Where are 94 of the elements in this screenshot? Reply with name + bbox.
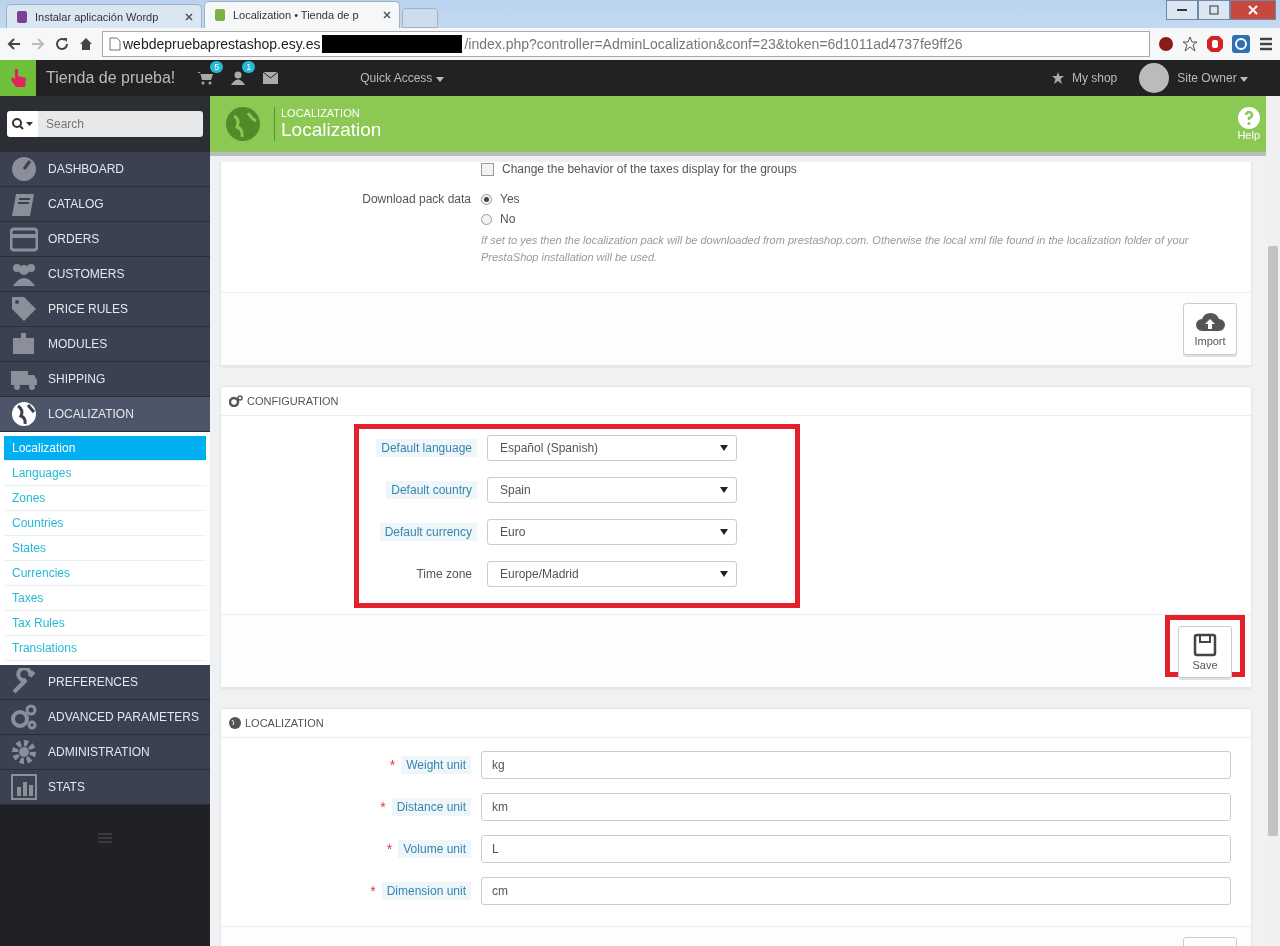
sidebar-item[interactable]: PRICE RULES (0, 292, 210, 327)
browser-tab[interactable]: Instalar aplicación Wordp (6, 4, 202, 28)
sidebar-item[interactable]: CATALOG (0, 187, 210, 222)
required-mark: * (386, 841, 393, 858)
caret-icon (720, 445, 728, 452)
browser-tab[interactable]: Localization • Tienda de p (204, 1, 400, 28)
checkbox-option[interactable]: Change the behavior of the taxes display for the groups (481, 162, 1251, 177)
menu-item-icon (10, 400, 38, 428)
select-field[interactable]: Euro (487, 519, 737, 546)
sidebar-item[interactable]: PREFERENCES (0, 665, 210, 700)
field-label: Default country (386, 481, 477, 500)
text-field[interactable]: km (481, 793, 1231, 822)
menu-item-icon (10, 668, 38, 696)
menu-item-icon (10, 225, 38, 253)
sidebar-item[interactable]: SHIPPING (0, 362, 210, 397)
blocked-icon[interactable] (1158, 36, 1174, 52)
menu-item-icon (10, 703, 38, 731)
sidebar-item[interactable]: ADMINISTRATION (0, 735, 210, 770)
caret-icon (720, 487, 728, 494)
close-icon (1248, 5, 1258, 15)
field-label: Time zone (415, 566, 473, 584)
star-icon (1051, 72, 1064, 84)
field-label: Weight unit (401, 756, 471, 775)
menu-item-icon (10, 295, 38, 323)
field-label: Download pack data (361, 192, 472, 207)
text-field[interactable]: cm (481, 877, 1231, 906)
maximize-icon (1209, 5, 1219, 15)
save-icon (1193, 633, 1217, 658)
required-mark: * (370, 883, 376, 900)
address-bar[interactable]: webdepruebaprestashop.esy.es /index.php?controller=AdminLocalization&conf=23&token=6d1011ad4737fe9ff26 (102, 31, 1150, 57)
field-label: Default currency (379, 523, 477, 542)
panel-title: LOCALIZATION (245, 717, 324, 730)
sidebar-item[interactable]: ORDERS (0, 222, 210, 257)
close-icon[interactable] (185, 12, 193, 21)
select-field[interactable]: Español (Spanish) (487, 435, 737, 462)
sidebar-item[interactable]: STATS (0, 770, 210, 805)
save-button[interactable]: Save (1178, 626, 1232, 679)
text-field[interactable]: kg (481, 751, 1231, 780)
required-mark: * (380, 799, 386, 816)
import-button[interactable]: Import (1183, 303, 1237, 356)
caret-icon (1240, 77, 1248, 82)
search-icon[interactable] (11, 118, 34, 130)
home-icon[interactable] (78, 36, 94, 52)
caret-icon (720, 529, 728, 536)
close-icon[interactable] (383, 11, 391, 19)
favicon-icon (15, 9, 29, 24)
sidebar-item[interactable]: CUSTOMERS (0, 257, 210, 292)
menu-item-icon (10, 773, 38, 801)
field-label: Volume unit (398, 840, 471, 859)
field-label: Distance unit (391, 798, 471, 817)
count-badge: 5 (210, 61, 224, 73)
caret-icon (720, 571, 728, 578)
extension-icon[interactable] (1232, 35, 1250, 53)
sidebar-item[interactable]: LOCALIZATION (0, 397, 210, 432)
envelope-icon[interactable] (263, 72, 279, 84)
cart-icon[interactable] (197, 71, 214, 85)
favicon-icon (213, 8, 227, 22)
text-field[interactable]: L (481, 835, 1231, 864)
back-icon[interactable] (6, 36, 22, 52)
minimize-icon (1177, 8, 1187, 12)
field-label: Dimension unit (381, 882, 471, 901)
caret-icon (435, 77, 444, 82)
quick-access-menu[interactable]: Quick Access (360, 71, 444, 85)
count-badge: 1 (242, 61, 256, 73)
sidebar-item[interactable]: ADVANCED PARAMETERS (0, 700, 210, 735)
sidebar-item[interactable]: MODULES (0, 327, 210, 362)
my-shop-link[interactable]: My shop (1071, 71, 1118, 85)
menu-icon[interactable] (1258, 36, 1274, 52)
select-field[interactable]: Spain (487, 477, 737, 504)
person-icon[interactable] (231, 71, 246, 85)
shop-name[interactable]: Tienda de prueba! (46, 69, 176, 87)
sidebar-item[interactable]: DASHBOARD (0, 152, 210, 187)
radio-option[interactable]: Yes (481, 192, 1251, 207)
select-field[interactable]: Europe/Madrid (487, 561, 737, 588)
user-menu[interactable]: Site Owner (1177, 71, 1248, 85)
reload-icon[interactable] (54, 36, 70, 52)
menu-item-icon (10, 738, 38, 766)
star-icon[interactable] (1182, 36, 1198, 52)
globe-icon (229, 717, 241, 730)
avatar-icon (1139, 63, 1170, 93)
stop-hand-icon[interactable] (1206, 35, 1224, 53)
minimize-button[interactable] (1166, 0, 1198, 20)
help-text: If set to yes then the localization pack will be downloaded from prestashop.com. Otherwise the local xml file found in the localization folder of your PrestaShop installation will be used. (481, 233, 1190, 266)
globe-icon (226, 107, 260, 141)
radio-option[interactable]: No (481, 212, 1251, 227)
panel-title: CONFIGURATION (247, 395, 339, 408)
page-icon (109, 37, 121, 51)
menu-item-icon (10, 155, 38, 183)
gears-icon (229, 395, 243, 408)
required-mark: * (389, 757, 396, 774)
cloud-upload-icon (1195, 311, 1225, 334)
close-button[interactable] (1230, 0, 1276, 20)
field-label: Default language (376, 439, 477, 458)
page-title: Localization (281, 119, 382, 141)
